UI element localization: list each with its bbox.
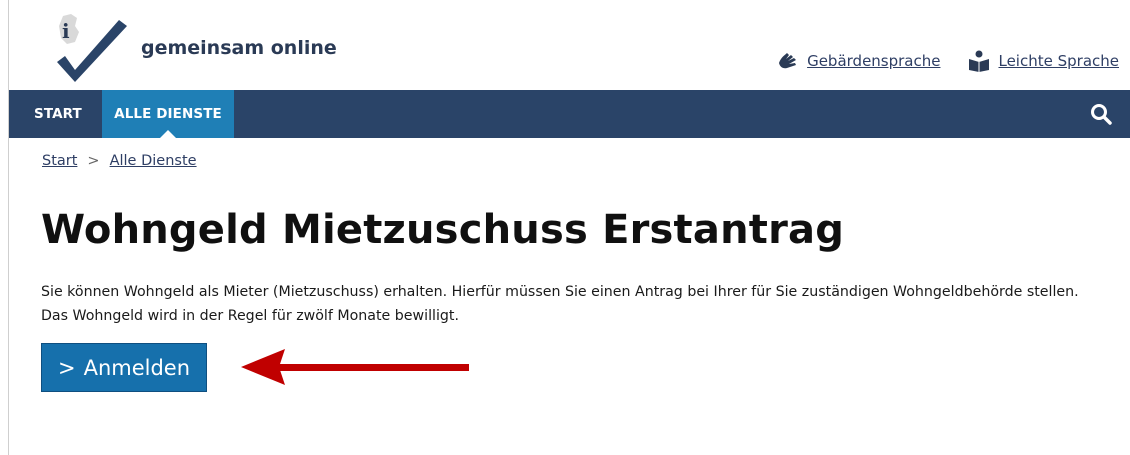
- nav-item-all-services[interactable]: ALLE DIENSTE: [102, 90, 234, 138]
- easy-language-label: Leichte Sprache: [998, 52, 1119, 70]
- easy-language-icon: [969, 50, 990, 72]
- arrow-shaft: [275, 364, 469, 371]
- sign-language-label: Gebärdensprache: [807, 52, 941, 70]
- search-icon[interactable]: [1089, 102, 1113, 126]
- logo[interactable]: i: [53, 12, 129, 82]
- utility-links: Gebärdensprache Leichte Sprache: [749, 50, 1119, 72]
- svg-text:i: i: [62, 19, 70, 43]
- breadcrumb-start-link[interactable]: Start: [42, 153, 77, 169]
- description-line-1: Sie können Wohngeld als Mieter (Mietzusc…: [41, 284, 1079, 300]
- red-arrow-annotation: [241, 349, 469, 385]
- service-description: Sie können Wohngeld als Mieter (Mietzusc…: [41, 280, 1121, 328]
- sign-language-icon: [779, 53, 797, 69]
- site-header: i gemeinsam online Gebärdensprache Leich…: [9, 0, 1130, 90]
- arrow-head: [241, 349, 285, 385]
- checkmark-logo-icon: i: [57, 14, 127, 82]
- description-line-2: Das Wohngeld wird in der Regel für zwölf…: [41, 308, 459, 324]
- easy-language-link[interactable]: Leichte Sprache: [968, 50, 1119, 72]
- page-title: Wohngeld Mietzuschuss Erstantrag: [41, 207, 845, 253]
- nav-item-start[interactable]: START: [34, 90, 82, 138]
- breadcrumb-all-services-link[interactable]: Alle Dienste: [110, 153, 197, 169]
- page-frame: i gemeinsam online Gebärdensprache Leich…: [8, 0, 1130, 455]
- chevron-right-icon: >: [57, 355, 76, 380]
- brand-name: gemeinsam online: [141, 37, 337, 59]
- breadcrumb-separator: >: [87, 153, 100, 169]
- login-button[interactable]: > Anmelden: [41, 343, 207, 392]
- sign-language-link[interactable]: Gebärdensprache: [777, 51, 940, 71]
- breadcrumb: Start > Alle Dienste: [42, 153, 197, 169]
- login-button-label: Anmelden: [83, 355, 191, 380]
- main-navigation: START ALLE DIENSTE: [9, 90, 1130, 138]
